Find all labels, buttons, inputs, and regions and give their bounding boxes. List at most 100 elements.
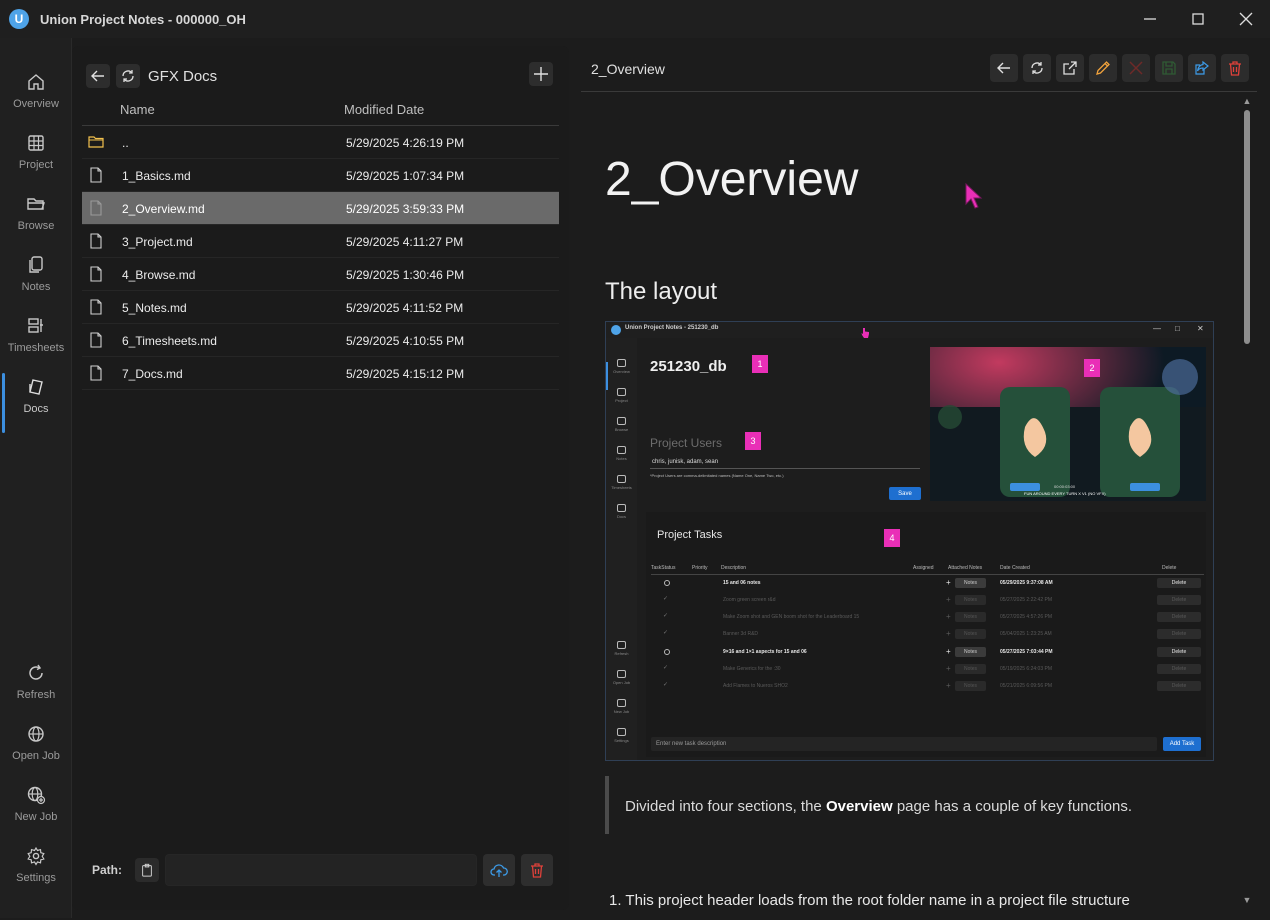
- check-icon: ✓: [663, 630, 669, 636]
- nav-label: Open Job: [12, 750, 60, 762]
- callout-badge: 4: [884, 529, 900, 547]
- delete-doc-button[interactable]: [1221, 54, 1249, 82]
- mouse-cursor-icon: [965, 183, 983, 209]
- shot-task-date: 05/21/2025 6:09:56 PM: [1000, 683, 1052, 689]
- nav-timesheets[interactable]: Timesheets: [0, 312, 72, 372]
- nav-label: Overview: [13, 98, 59, 110]
- check-icon: ✓: [663, 613, 669, 619]
- globe-plus-icon: [27, 786, 46, 805]
- save-button[interactable]: [1155, 54, 1183, 82]
- nav-docs[interactable]: Docs: [0, 373, 72, 433]
- nav-open-job[interactable]: Open Job: [0, 720, 72, 780]
- minimize-button[interactable]: [1126, 0, 1174, 38]
- doc-heading-1: 2_Overview: [605, 153, 859, 206]
- timesheets-icon: [28, 318, 43, 333]
- shot-nav-item: Project: [606, 388, 637, 403]
- shot-notes-button: Notes: [955, 629, 986, 639]
- shot-task-date: 05/27/2025 4:57:26 PM: [1000, 614, 1052, 620]
- file-modified: 5/29/2025 1:07:34 PM: [346, 169, 465, 183]
- refresh-button[interactable]: [116, 64, 140, 88]
- column-header-name[interactable]: Name: [120, 102, 155, 117]
- shot-nav-label: Notes: [616, 456, 627, 461]
- open-external-button[interactable]: [1056, 54, 1084, 82]
- maximize-button[interactable]: [1174, 0, 1222, 38]
- plus-icon: +: [946, 629, 951, 638]
- nav-settings[interactable]: Settings: [0, 842, 72, 902]
- window-controls: [1126, 0, 1270, 38]
- nav-overview[interactable]: Overview: [0, 68, 72, 128]
- scroll-down-icon[interactable]: ▼: [1242, 895, 1252, 905]
- edit-button[interactable]: [1089, 54, 1117, 82]
- plus-icon: +: [946, 612, 951, 621]
- shot-nav-item: Timesheets: [606, 475, 637, 490]
- scroll-thumb[interactable]: [1244, 110, 1250, 344]
- file-modified: 5/29/2025 4:15:12 PM: [346, 367, 465, 381]
- check-icon: ✓: [663, 596, 669, 602]
- cancel-edit-button[interactable]: [1122, 54, 1150, 82]
- shot-nav-item: Settings: [606, 728, 637, 743]
- shot-delete-button: Delete: [1157, 578, 1201, 588]
- file-row[interactable]: 7_Docs.md 5/29/2025 4:15:12 PM: [82, 357, 559, 390]
- nav-refresh[interactable]: Refresh: [0, 659, 72, 719]
- plus-icon: +: [946, 664, 951, 673]
- nav-browse[interactable]: Browse: [0, 190, 72, 250]
- shot-task-desc: Banner 3d R&D: [723, 631, 759, 637]
- photo-timecode: 00:00:03:00: [1054, 484, 1076, 489]
- photo-caption: FUN AROUND EVERY TURN X V1 (NO VFX): [1024, 491, 1106, 496]
- nav-new-job[interactable]: New Job: [0, 781, 72, 841]
- refresh-icon: [1031, 62, 1043, 74]
- file-row[interactable]: 6_Timesheets.md 5/29/2025 4:10:55 PM: [82, 324, 559, 357]
- shot-notes-button: Notes: [955, 578, 986, 588]
- document-header-divider: [581, 91, 1257, 92]
- file-icon: [90, 200, 102, 216]
- file-row[interactable]: 3_Project.md 5/29/2025 4:11:27 PM: [82, 225, 559, 258]
- file-row[interactable]: .. 5/29/2025 4:26:19 PM: [82, 126, 559, 159]
- paste-path-button[interactable]: [135, 858, 159, 882]
- shot-delete-button: Delete: [1157, 681, 1201, 691]
- shot-task-desc: Zoom green screen r&d: [723, 597, 776, 603]
- file-icon: [90, 266, 102, 282]
- scroll-up-icon[interactable]: ▲: [1242, 96, 1252, 106]
- shot-minimize-icon: —: [1153, 324, 1161, 333]
- file-modified: 5/29/2025 4:11:27 PM: [346, 235, 464, 249]
- external-link-icon: [1063, 61, 1077, 75]
- nav-label: Settings: [16, 872, 56, 884]
- shot-task-col: Delete: [1162, 565, 1177, 571]
- document-scrollbar[interactable]: ▲ ▼: [1242, 96, 1252, 906]
- delete-file-button[interactable]: [521, 854, 553, 886]
- document-panel: 2_Overview ▲ ▼ 2_Overview The layout Uni…: [581, 46, 1270, 910]
- shot-nav-label: New Job: [613, 709, 630, 714]
- reload-button[interactable]: [1023, 54, 1051, 82]
- shot-tasks-title: Project Tasks: [657, 529, 723, 541]
- plus-icon: +: [946, 681, 951, 690]
- file-row[interactable]: 5_Notes.md 5/29/2025 4:11:52 PM: [82, 291, 559, 324]
- plus-icon: [534, 67, 548, 81]
- shot-delete-button: Delete: [1157, 629, 1201, 639]
- close-button[interactable]: [1222, 0, 1270, 38]
- shot-task-date: 05/27/2025 7:03:44 PM: [1000, 649, 1053, 655]
- shot-task-date: 05/04/2025 1:23:25 AM: [1000, 631, 1052, 637]
- file-browser-panel: GFX Docs Name Modified Date .. 5/29/2025…: [72, 46, 569, 910]
- file-row[interactable]: 4_Browse.md 5/29/2025 1:30:46 PM: [82, 258, 559, 291]
- plus-icon: +: [946, 578, 951, 587]
- title-bar: U Union Project Notes - 000000_OH: [0, 0, 1270, 38]
- shot-nav-label: Docs: [616, 514, 627, 519]
- path-label: Path:: [92, 863, 122, 877]
- shot-nav-item: Notes: [606, 446, 637, 461]
- file-row-selected[interactable]: 2_Overview.md 5/29/2025 3:59:33 PM: [82, 192, 559, 225]
- nav-notes[interactable]: Notes: [0, 251, 72, 311]
- nav-project[interactable]: Project: [0, 129, 72, 189]
- back-button[interactable]: [990, 54, 1018, 82]
- file-row[interactable]: 1_Basics.md 5/29/2025 1:07:34 PM: [82, 159, 559, 192]
- share-button[interactable]: [1188, 54, 1216, 82]
- file-icon: [90, 332, 102, 348]
- add-file-button[interactable]: [529, 62, 553, 86]
- column-header-modified[interactable]: Modified Date: [344, 102, 424, 117]
- shot-nav-item: Overview: [606, 359, 637, 374]
- shot-task-date: 05/27/2025 2:22:42 PM: [1000, 597, 1052, 603]
- path-input[interactable]: [165, 854, 477, 886]
- shot-task-col: Priority: [692, 565, 708, 571]
- upload-button[interactable]: [483, 854, 515, 886]
- back-button[interactable]: [86, 64, 110, 88]
- nav-label: Timesheets: [7, 342, 65, 354]
